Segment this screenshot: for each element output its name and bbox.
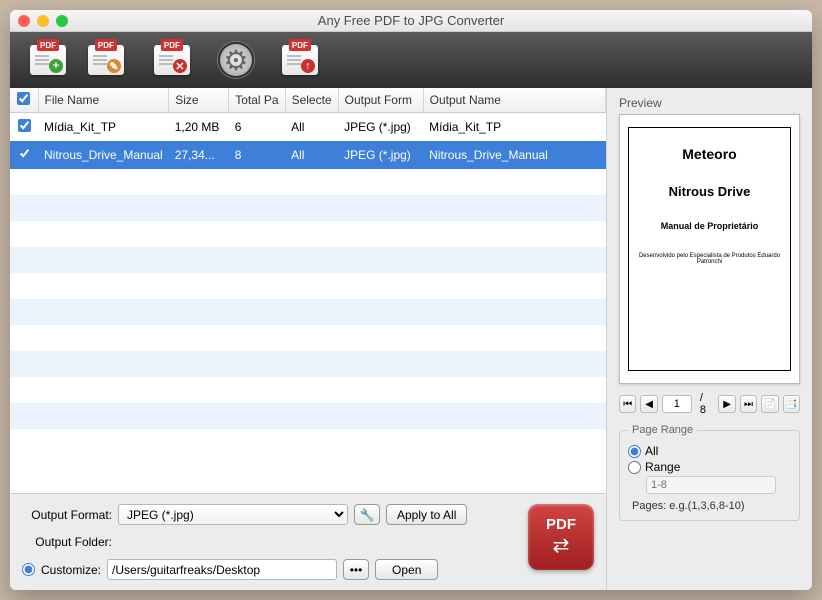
empty-row — [10, 169, 606, 195]
browse-button[interactable]: ••• — [343, 559, 369, 580]
add-pdf-button[interactable]: PDF + — [30, 45, 66, 75]
upload-pdf-button[interactable]: PDF ↑ — [282, 45, 318, 75]
empty-row — [10, 195, 606, 221]
page-range-group: Page Range All Range Pages: e.g.(1,3,6,8… — [619, 424, 800, 521]
convert-arrows-icon: ⇄ — [553, 533, 570, 558]
col-outputformat[interactable]: Output Form — [338, 88, 423, 113]
convert-badge: PDF — [546, 516, 576, 533]
table-row[interactable]: Mídia_Kit_TP 1,20 MB 6 All JPEG (*.jpg) … — [10, 113, 606, 142]
preview-text: Meteoro — [682, 146, 736, 162]
page-copy-button[interactable]: 📑 — [783, 395, 800, 413]
cell-selected: All — [285, 113, 338, 142]
preview-text: Manual de Proprietário — [661, 221, 759, 231]
empty-row — [10, 273, 606, 299]
cell-size: 27,34... — [169, 141, 229, 169]
window-title: Any Free PDF to JPG Converter — [10, 13, 812, 28]
format-settings-button[interactable]: 🔧 — [354, 504, 380, 525]
empty-row — [10, 351, 606, 377]
up-arrow-icon: ↑ — [301, 59, 315, 73]
pdf-badge-icon: PDF — [161, 39, 183, 51]
delete-pdf-button[interactable]: PDF ✕ — [154, 45, 190, 75]
cell-totalpages: 8 — [229, 141, 285, 169]
cell-outputname: Nitrous_Drive_Manual — [423, 141, 605, 169]
app-window: Any Free PDF to JPG Converter PDF + ▼ PD… — [10, 10, 812, 590]
settings-button[interactable] — [220, 44, 252, 76]
preview-box: Meteoro Nitrous Drive Manual de Propriet… — [619, 114, 800, 384]
row-checkbox[interactable] — [18, 147, 31, 160]
cell-outputformat: JPEG (*.jpg) — [338, 113, 423, 142]
cell-filename: Nitrous_Drive_Manual — [38, 141, 169, 169]
range-all-label: All — [645, 444, 658, 458]
cell-size: 1,20 MB — [169, 113, 229, 142]
next-page-button[interactable]: ▶ — [718, 395, 735, 413]
col-totalpages[interactable]: Total Pa — [229, 88, 285, 113]
page-range-legend: Page Range — [628, 424, 697, 436]
preview-label: Preview — [619, 96, 800, 110]
select-all-checkbox[interactable] — [17, 92, 30, 105]
file-table: File Name Size Total Pa Selecte Output F… — [10, 88, 606, 493]
page-number-input[interactable] — [662, 395, 692, 413]
edit-pdf-button[interactable]: PDF ✎ — [88, 45, 124, 75]
pdf-badge-icon: PDF — [289, 39, 311, 51]
page-total-label: / 8 — [700, 392, 710, 416]
empty-row — [10, 247, 606, 273]
output-format-label: Output Format: — [22, 508, 112, 522]
col-filename[interactable]: File Name — [38, 88, 169, 113]
col-outputname[interactable]: Output Name — [423, 88, 605, 113]
customize-label: Customize: — [41, 563, 101, 577]
row-checkbox[interactable] — [18, 119, 31, 132]
output-path-input[interactable] — [107, 559, 337, 580]
range-input[interactable] — [646, 476, 776, 494]
col-size[interactable]: Size — [169, 88, 229, 113]
empty-row — [10, 377, 606, 403]
cell-totalpages: 6 — [229, 113, 285, 142]
output-format-select[interactable]: JPEG (*.jpg) — [118, 504, 348, 525]
titlebar: Any Free PDF to JPG Converter — [10, 10, 812, 32]
pencil-icon: ✎ — [107, 59, 121, 73]
prev-page-button[interactable]: ◀ — [640, 395, 657, 413]
empty-row — [10, 325, 606, 351]
plus-icon: + — [49, 59, 63, 73]
range-custom-radio[interactable] — [628, 461, 641, 474]
output-folder-label: Output Folder: — [22, 535, 112, 549]
cell-outputformat: JPEG (*.jpg) — [338, 141, 423, 169]
table-header-row: File Name Size Total Pa Selecte Output F… — [10, 88, 606, 113]
cell-outputname: Mídia_Kit_TP — [423, 113, 605, 142]
x-icon: ✕ — [173, 59, 187, 73]
cell-selected: All — [285, 141, 338, 169]
customize-radio[interactable] — [22, 563, 35, 576]
convert-button[interactable]: PDF ⇄ — [528, 504, 594, 570]
col-selected[interactable]: Selecte — [285, 88, 338, 113]
cell-filename: Mídia_Kit_TP — [38, 113, 169, 142]
empty-row — [10, 403, 606, 429]
empty-row — [10, 221, 606, 247]
page-navigation: ⏮ ◀ / 8 ▶ ⏭ 📄 📑 — [619, 392, 800, 416]
output-panel: Output Format: JPEG (*.jpg) 🔧 Apply to A… — [10, 493, 606, 590]
first-page-button[interactable]: ⏮ — [619, 395, 636, 413]
range-custom-label: Range — [645, 460, 680, 474]
last-page-button[interactable]: ⏭ — [740, 395, 757, 413]
page-list-button[interactable]: 📄 — [761, 395, 778, 413]
pdf-badge-icon: PDF — [37, 39, 59, 51]
empty-row — [10, 299, 606, 325]
range-all-radio[interactable] — [628, 445, 641, 458]
open-folder-button[interactable]: Open — [375, 559, 438, 580]
toolbar: PDF + ▼ PDF ✎ PDF ✕ PDF ↑ — [10, 32, 812, 88]
range-hint: Pages: e.g.(1,3,6,8-10) — [632, 500, 791, 512]
apply-to-all-button[interactable]: Apply to All — [386, 504, 467, 525]
preview-text: Nitrous Drive — [669, 184, 751, 199]
pdf-badge-icon: PDF — [95, 39, 117, 51]
preview-text: Desenvolvido pelo Especialista de Produt… — [635, 253, 784, 265]
table-row[interactable]: Nitrous_Drive_Manual 27,34... 8 All JPEG… — [10, 141, 606, 169]
col-checkbox[interactable] — [10, 88, 38, 113]
